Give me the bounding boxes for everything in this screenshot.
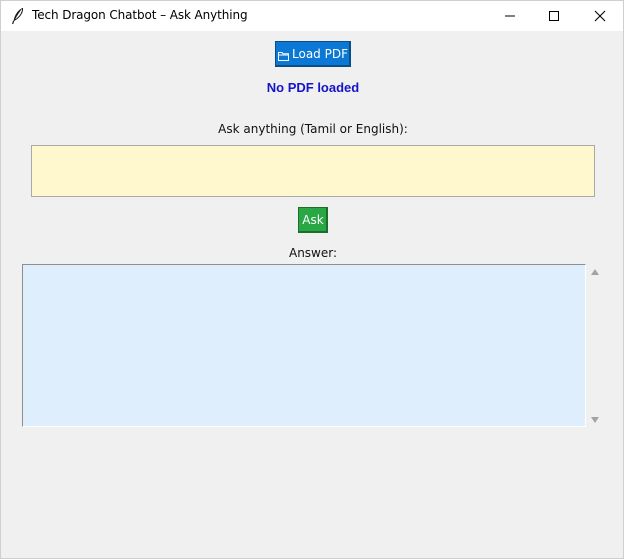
scroll-up-arrow-icon[interactable] (591, 269, 599, 275)
close-button[interactable] (577, 1, 623, 31)
ask-label: Ask (302, 213, 324, 227)
scroll-down-arrow-icon[interactable] (591, 417, 599, 423)
ask-button[interactable]: Ask (298, 207, 328, 233)
pdf-status-text: No PDF loaded (266, 80, 360, 95)
question-input[interactable] (31, 145, 595, 197)
feather-icon (10, 7, 26, 25)
answer-text-area[interactable] (22, 264, 586, 427)
question-label: Ask anything (Tamil or English): (218, 122, 408, 136)
title-bar[interactable]: Tech Dragon Chatbot – Ask Anything (1, 1, 623, 31)
answer-label: Answer: (288, 246, 338, 260)
answer-scrollbar[interactable] (587, 264, 603, 427)
folder-icon (278, 50, 289, 61)
minimize-icon (504, 7, 516, 26)
window-title: Tech Dragon Chatbot – Ask Anything (32, 8, 248, 22)
app-window: Tech Dragon Chatbot – Ask Anything Load … (0, 0, 624, 559)
maximize-icon (548, 7, 560, 26)
load-pdf-label: Load PDF (292, 47, 348, 61)
maximize-button[interactable] (531, 1, 577, 31)
load-pdf-button[interactable]: Load PDF (275, 41, 351, 67)
minimize-button[interactable] (487, 1, 533, 31)
close-icon (594, 7, 606, 26)
